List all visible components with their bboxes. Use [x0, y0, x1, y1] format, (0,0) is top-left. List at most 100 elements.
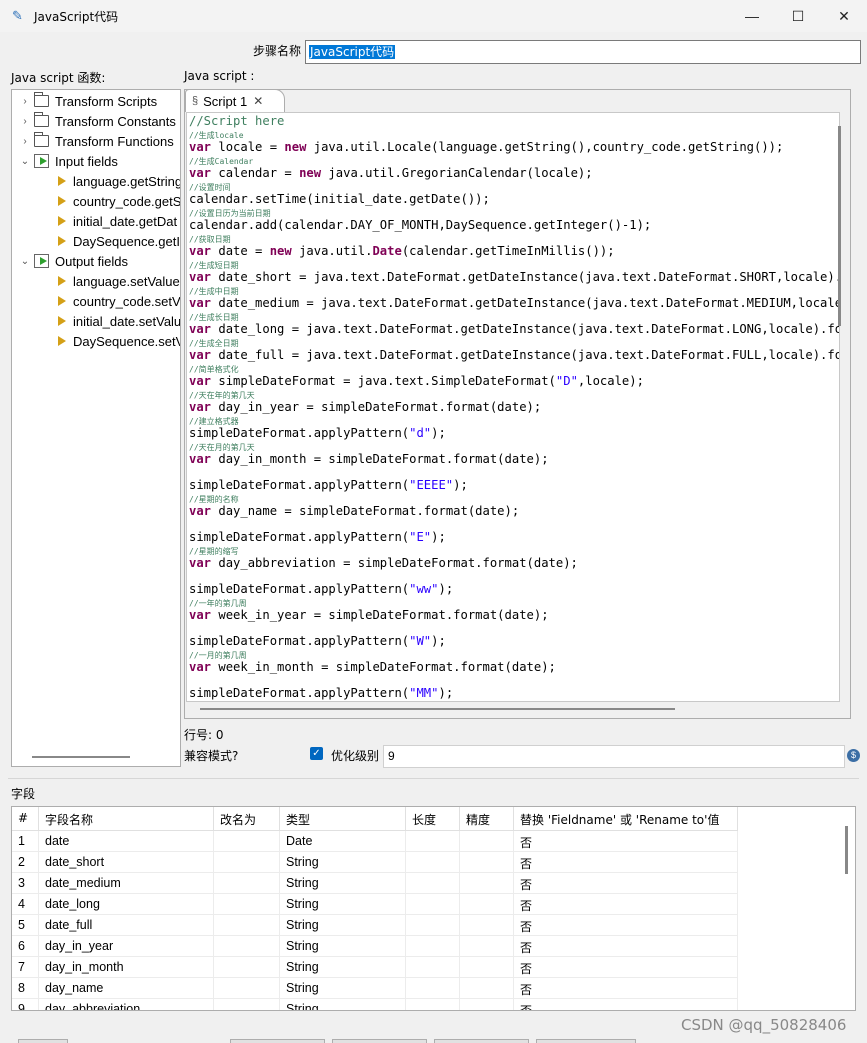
table-cell[interactable]: date_full: [39, 915, 214, 936]
table-cell[interactable]: 否: [514, 936, 738, 957]
table-cell[interactable]: [406, 873, 460, 894]
column-header[interactable]: 精度: [460, 807, 514, 831]
table-cell[interactable]: Date: [280, 831, 406, 852]
maximize-button[interactable]: ☐: [775, 0, 821, 32]
bottom-button-3[interactable]: [332, 1039, 427, 1043]
table-cell[interactable]: [406, 831, 460, 852]
table-cell[interactable]: [214, 957, 280, 978]
table-cell[interactable]: date: [39, 831, 214, 852]
tree-item[interactable]: initial_date.setValu: [58, 311, 180, 331]
tree-item[interactable]: language.getString: [58, 171, 180, 191]
column-header[interactable]: 改名为: [214, 807, 280, 831]
table-cell[interactable]: 否: [514, 873, 738, 894]
table-cell[interactable]: [214, 831, 280, 852]
table-cell[interactable]: [214, 978, 280, 999]
table-cell[interactable]: String: [280, 873, 406, 894]
table-cell[interactable]: date_long: [39, 894, 214, 915]
table-cell[interactable]: [406, 915, 460, 936]
table-cell[interactable]: [460, 852, 514, 873]
tree-item[interactable]: ⌄ Input fields: [18, 151, 118, 171]
table-cell[interactable]: String: [280, 936, 406, 957]
tree-scrollbar[interactable]: [32, 756, 130, 758]
functions-tree[interactable]: › Transform Scripts › Transform Constants › T…: [11, 89, 181, 767]
tree-item[interactable]: › Transform Constants: [18, 111, 176, 131]
table-cell[interactable]: String: [280, 915, 406, 936]
table-cell[interactable]: String: [280, 978, 406, 999]
chevron-down-icon[interactable]: ⌄: [18, 156, 32, 167]
script-editor[interactable]: //Script here //生成locale var locale = new …: [186, 112, 840, 702]
table-cell[interactable]: [460, 999, 514, 1010]
column-header[interactable]: 字段名称: [39, 807, 214, 831]
table-cell[interactable]: 否: [514, 915, 738, 936]
step-name-input[interactable]: JavaScript代码: [305, 40, 861, 64]
tree-item[interactable]: DaySequence.setV: [58, 331, 180, 351]
chevron-down-icon[interactable]: ⌄: [18, 256, 32, 267]
table-scrollbar[interactable]: [845, 826, 848, 874]
tree-item[interactable]: language.setValue: [58, 271, 180, 291]
editor-horizontal-scrollbar[interactable]: [200, 708, 675, 710]
tree-item[interactable]: country_code.getS: [58, 191, 180, 211]
chevron-right-icon[interactable]: ›: [18, 136, 32, 147]
minimize-button[interactable]: —: [729, 0, 775, 32]
table-cell[interactable]: [406, 978, 460, 999]
table-cell[interactable]: [214, 852, 280, 873]
table-cell[interactable]: [214, 999, 280, 1010]
table-cell[interactable]: day_abbreviation: [39, 999, 214, 1010]
table-cell[interactable]: 否: [514, 999, 738, 1010]
table-cell[interactable]: String: [280, 999, 406, 1010]
table-cell[interactable]: [214, 894, 280, 915]
table-cell[interactable]: [214, 873, 280, 894]
table-cell[interactable]: [460, 978, 514, 999]
table-cell[interactable]: date_short: [39, 852, 214, 873]
tree-item[interactable]: DaySequence.getI: [58, 231, 180, 251]
tree-item[interactable]: › Transform Scripts: [18, 91, 157, 111]
bottom-button-5[interactable]: [536, 1039, 636, 1043]
fields-table[interactable]: # 字段名称 改名为 类型 长度 精度 替换 'Fieldname' 或 'Rename t…: [11, 806, 856, 1011]
table-cell[interactable]: 否: [514, 957, 738, 978]
table-cell[interactable]: date_medium: [39, 873, 214, 894]
table-cell[interactable]: day_name: [39, 978, 214, 999]
table-cell[interactable]: String: [280, 957, 406, 978]
table-cell[interactable]: 否: [514, 831, 738, 852]
table-cell[interactable]: [460, 894, 514, 915]
column-header[interactable]: 类型: [280, 807, 406, 831]
table-cell[interactable]: [460, 936, 514, 957]
table-cell[interactable]: [406, 936, 460, 957]
chevron-right-icon[interactable]: ›: [18, 96, 32, 107]
optimize-checkbox[interactable]: ✓: [310, 747, 323, 760]
ok-button-partial[interactable]: [18, 1039, 68, 1043]
column-header[interactable]: #: [12, 807, 39, 831]
tab-script-1[interactable]: § Script 1 ✕: [185, 89, 285, 112]
table-cell[interactable]: [406, 999, 460, 1010]
table-cell[interactable]: [460, 915, 514, 936]
table-cell[interactable]: [460, 873, 514, 894]
table-cell[interactable]: 否: [514, 894, 738, 915]
table-cell[interactable]: 否: [514, 852, 738, 873]
chevron-right-icon[interactable]: ›: [18, 116, 32, 127]
table-cell[interactable]: [460, 957, 514, 978]
tree-item[interactable]: › Transform Functions: [18, 131, 174, 151]
optimize-level-input[interactable]: 9: [383, 745, 845, 768]
column-header[interactable]: 长度: [406, 807, 460, 831]
bottom-button-4[interactable]: [434, 1039, 529, 1043]
close-button[interactable]: ✕: [821, 0, 867, 32]
table-cell[interactable]: 否: [514, 978, 738, 999]
editor-vertical-scrollbar[interactable]: [838, 126, 841, 326]
table-cell[interactable]: [406, 852, 460, 873]
table-cell[interactable]: String: [280, 852, 406, 873]
table-cell[interactable]: [214, 936, 280, 957]
column-header[interactable]: 替换 'Fieldname' 或 'Rename to'值: [514, 807, 738, 831]
close-tab-icon[interactable]: ✕: [253, 94, 263, 108]
table-cell[interactable]: [460, 831, 514, 852]
table-cell[interactable]: [406, 894, 460, 915]
table-cell[interactable]: [406, 957, 460, 978]
tree-item[interactable]: country_code.setV: [58, 291, 180, 311]
table-cell[interactable]: [214, 915, 280, 936]
variable-icon[interactable]: $: [847, 749, 860, 762]
table-cell[interactable]: day_in_month: [39, 957, 214, 978]
tree-item[interactable]: ⌄ Output fields: [18, 251, 128, 271]
tree-item[interactable]: initial_date.getDat: [58, 211, 177, 231]
bottom-button-2[interactable]: [230, 1039, 325, 1043]
table-cell[interactable]: day_in_year: [39, 936, 214, 957]
table-cell[interactable]: String: [280, 894, 406, 915]
